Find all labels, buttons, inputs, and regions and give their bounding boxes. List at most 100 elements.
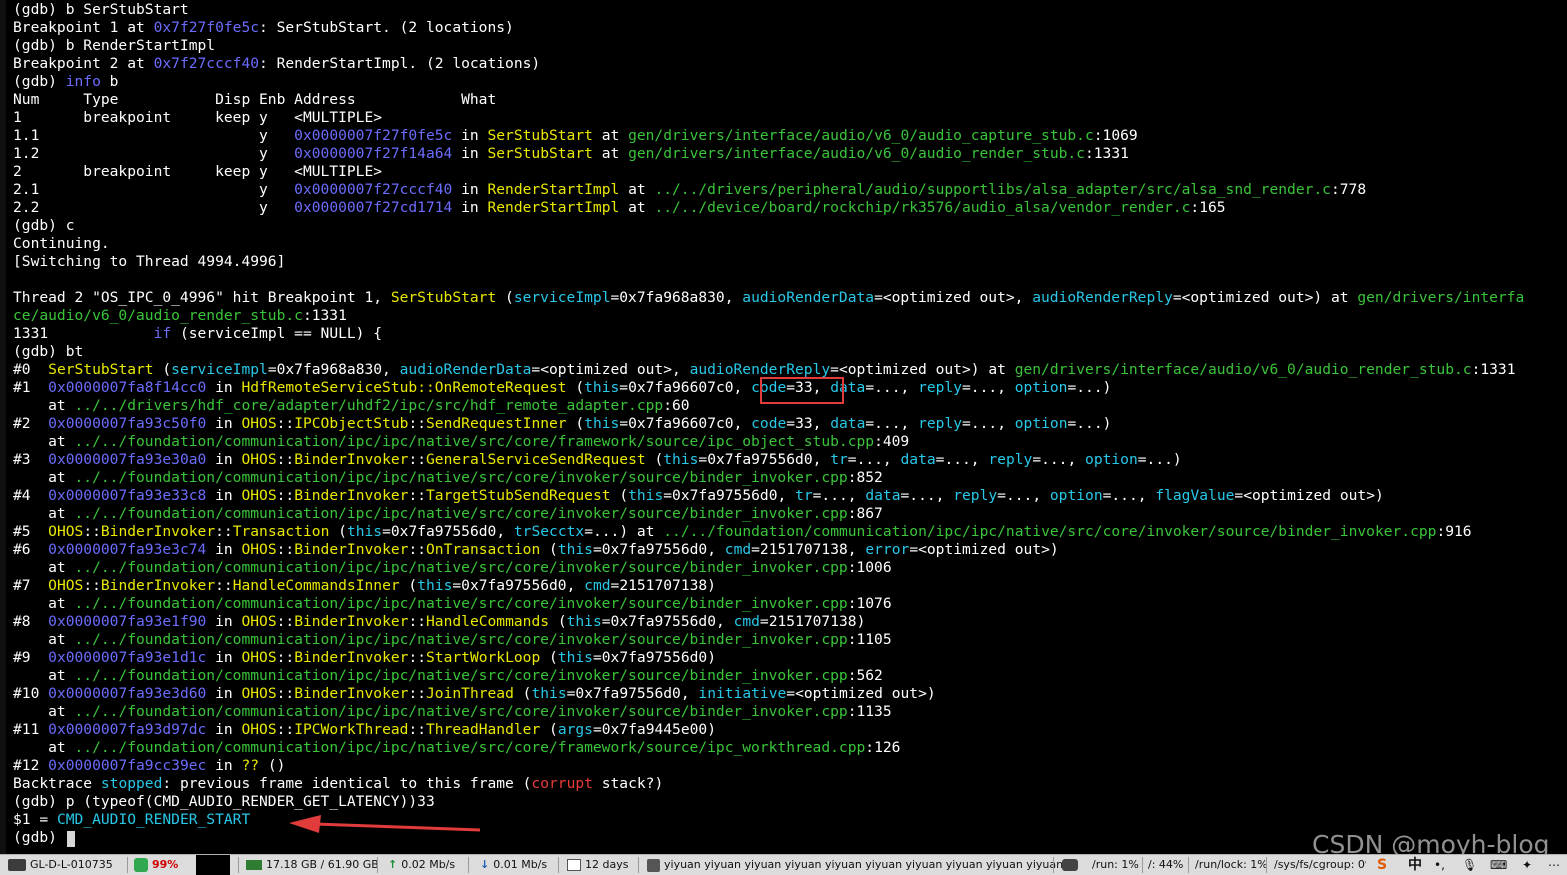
terminal-text-segment: at: [13, 631, 75, 648]
terminal-line: #7 OHOS::BinderInvoker::HandleCommandsIn…: [13, 577, 716, 595]
terminal-text-segment: option: [1014, 379, 1068, 396]
terminal-line: at ../../foundation/communication/ipc/ip…: [13, 739, 900, 757]
terminal-line: #10 0x0000007fa93e3d60 in OHOS::BinderIn…: [13, 685, 936, 703]
skin-icon[interactable]: ✦: [1522, 855, 1532, 875]
terminal-text-segment: :409: [874, 433, 910, 450]
terminal-line: at ../../foundation/communication/ipc/ip…: [13, 631, 892, 649]
terminal-text-segment: BinderInvoker: [100, 577, 216, 594]
terminal-text-segment: SerStubStart: [48, 361, 154, 378]
terminal-line: at ../../foundation/communication/ipc/ip…: [13, 433, 909, 451]
sogou-icon[interactable]: S: [1372, 855, 1392, 875]
terminal-text-segment: BinderInvoker: [100, 523, 216, 540]
status-upload[interactable]: ↑ 0.02 Mb/s: [388, 855, 455, 875]
terminal-text-segment: #10: [13, 685, 49, 702]
terminal-text-segment: (gdb) b RenderStartImpl: [13, 37, 216, 54]
terminal-text-segment: =...) at: [584, 523, 664, 540]
terminal-line: #9 0x0000007fa93e1d1c in OHOS::BinderInv…: [13, 649, 716, 667]
terminal-text-segment: 0x0000007fa93e3d60: [48, 685, 207, 702]
terminal-text-segment: ::: [276, 541, 295, 558]
terminal-text-segment: SerStubStart: [487, 145, 593, 162]
terminal-text-segment: 0x0000007fa93e1f90: [48, 613, 207, 630]
status-host[interactable]: GL-D-L-010735: [8, 855, 113, 875]
terminal-text-segment: :1069: [1093, 127, 1138, 144]
uptime-label: 12 days: [585, 858, 629, 871]
terminal-text-segment: :1135: [847, 703, 892, 720]
terminal-line: at ../../foundation/communication/ipc/ip…: [13, 469, 883, 487]
terminal-text-segment: audioRenderReply: [689, 361, 831, 378]
terminal-text-segment: OHOS: [241, 685, 277, 702]
terminal-text-segment: : RenderStartImpl. (2 locations): [259, 55, 541, 72]
menu-icon[interactable]: ⋯: [1548, 855, 1560, 875]
terminal-text-segment: corrupt: [531, 775, 593, 792]
terminal-text-segment: =0x7fa9445e00): [592, 721, 716, 738]
terminal-line: Breakpoint 2 at 0x7f27cccf40: RenderStar…: [13, 55, 540, 73]
terminal-line: at ../../foundation/communication/ipc/ip…: [13, 595, 892, 613]
terminal-text-segment: at: [13, 505, 75, 522]
terminal-text-segment: ../../foundation/communication/ipc/ipc/n…: [74, 559, 848, 576]
terminal-text-segment: (gdb) p (typeof(CMD_AUDIO_RENDER_GET_LAT…: [13, 793, 435, 810]
terminal-text-segment: trSecctx: [513, 523, 585, 540]
terminal-text-segment: ../../foundation/communication/ipc/ipc/n…: [74, 631, 848, 648]
terminal-line: Thread 2 "OS_IPC_0_4996" hit Breakpoint …: [13, 289, 1524, 307]
terminal-text-segment: =<optimized out>) at: [1172, 289, 1358, 306]
terminal-line: (gdb) info b: [13, 73, 118, 91]
keyboard-icon[interactable]: ⌨: [1490, 855, 1507, 875]
terminal-text-segment: serviceImpl: [171, 361, 268, 378]
terminal-text-segment: at: [13, 703, 75, 720]
terminal-text-segment: ::: [408, 451, 427, 468]
microphone-icon[interactable]: 🎙: [1462, 855, 1477, 875]
terminal-text-segment: OnTransaction: [426, 541, 541, 558]
terminal-text-segment: ::: [276, 649, 295, 666]
terminal-text-segment: this: [557, 649, 593, 666]
terminal-text-segment: JoinThread: [426, 685, 514, 702]
ime-mode[interactable]: 中: [1408, 855, 1422, 875]
terminal-line: #4 0x0000007fa93e33c8 in OHOS::BinderInv…: [13, 487, 1384, 505]
terminal-text-segment: ../../device/board/rockchip/rk3576/audio…: [654, 199, 1191, 216]
terminal-text-segment: (gdb) b SerStubStart: [13, 1, 189, 18]
terminal-text-segment: in: [206, 451, 242, 468]
terminal-line: 2.1 y 0x0000007f27cccf40 in RenderStartI…: [13, 181, 1366, 199]
terminal-text-segment: stopped: [100, 775, 163, 792]
terminal-line: (gdb) p (typeof(CMD_AUDIO_RENDER_GET_LAT…: [13, 793, 435, 811]
status-disk[interactable]: [1062, 855, 1082, 875]
terminal-text-segment: BinderInvoker: [294, 685, 409, 702]
terminal-text-segment: $1 =: [13, 811, 57, 828]
status-download[interactable]: ↓ 0.01 Mb/s: [480, 855, 547, 875]
terminal-text-segment: this: [584, 379, 620, 396]
terminal-text-segment: OHOS: [241, 487, 277, 504]
terminal-text-segment: :867: [847, 505, 883, 522]
terminal-text-segment: =0x7fa97556d0,: [663, 487, 796, 504]
terminal-text-segment: in: [206, 613, 242, 630]
terminal-text-segment: =...,: [935, 451, 989, 468]
status-cpu[interactable]: 99%: [134, 855, 178, 875]
terminal-text-segment: in: [206, 379, 242, 396]
terminal-text-segment: (: [610, 487, 629, 504]
terminal-text-segment: =...,: [962, 379, 1015, 396]
status-root: /: 44%: [1148, 858, 1184, 871]
terminal-text-segment: #0: [13, 361, 49, 378]
terminal-text-segment: Num Type Disp Enb Address What: [13, 91, 497, 108]
terminal-text-segment: :562: [847, 667, 883, 684]
terminal-window[interactable]: (gdb) b SerStubStart Breakpoint 1 at 0x7f…: [0, 0, 1567, 854]
terminal-line: (gdb) bt: [13, 343, 83, 361]
terminal-text-segment: option: [1014, 415, 1068, 432]
watermark: CSDN @moyh-blog: [1312, 830, 1550, 854]
terminal-line: (gdb) b SerStubStart: [13, 1, 189, 19]
terminal-text-segment: OHOS: [241, 541, 277, 558]
terminal-text-segment: =...,: [812, 487, 866, 504]
punctuation-icon[interactable]: •,: [1434, 855, 1445, 875]
terminal-text-segment: StartWorkLoop: [426, 649, 541, 666]
terminal-text-segment: :1331: [302, 307, 347, 324]
terminal-text-segment: #1: [13, 379, 49, 396]
terminal-text-segment: args: [557, 721, 593, 738]
status-users[interactable]: yiyuan yiyuan yiyuan yiyuan yiyuan yiyua…: [647, 855, 1063, 875]
status-memory[interactable]: 17.18 GB / 61.90 GB: [246, 855, 379, 875]
terminal-text-segment: ::: [408, 649, 427, 666]
code-highlight-box: [760, 377, 844, 404]
terminal-text-segment: OHOS: [241, 649, 277, 666]
status-runlock: /run/lock: 1%: [1195, 858, 1268, 871]
status-cgroup: /sys/fs/cgroup: 0%: [1274, 858, 1366, 871]
terminal-text-segment: at: [13, 667, 75, 684]
status-uptime[interactable]: 12 days: [567, 855, 628, 875]
cpu-label: 99%: [152, 858, 179, 871]
